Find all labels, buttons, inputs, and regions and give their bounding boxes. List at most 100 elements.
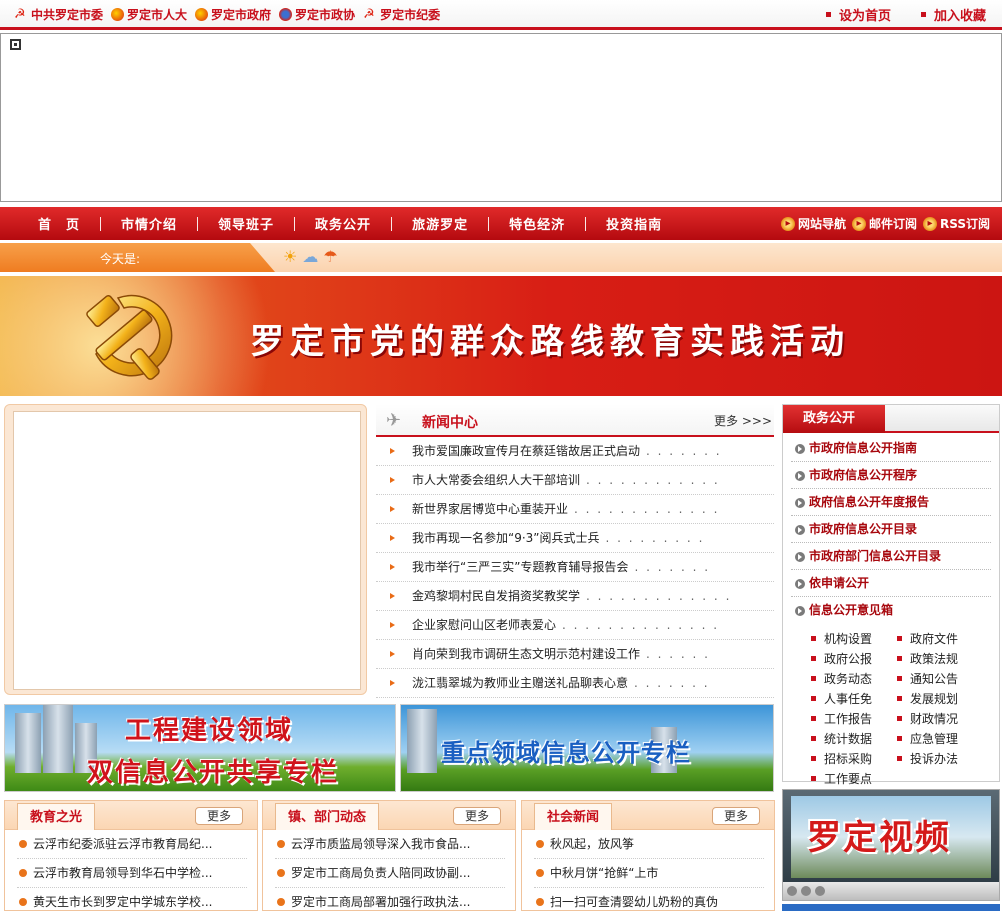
site-map-link[interactable]: ▸ 网站导航 — [780, 215, 846, 232]
play-icon[interactable] — [787, 886, 797, 896]
gov-category-link[interactable]: 投诉办法 — [897, 749, 983, 769]
nav-item-city-info[interactable]: 市情介绍 — [121, 214, 177, 233]
gov-guide-link[interactable]: 市政府信息公开程序 — [791, 462, 991, 489]
news-item[interactable]: 我市再现一名参加“9·3”阅兵式士兵 . . . . . . . . . — [376, 524, 774, 553]
news-item[interactable]: 我市爱国廉政宣传月在蔡廷锴故居正式启动 . . . . . . . — [376, 437, 774, 466]
gov-guide-label: 政府信息公开年度报告 — [809, 495, 930, 509]
cloud-icon: ☁ — [302, 247, 319, 266]
news-center-header: ✈ 新闻中心 更多 >>> — [376, 404, 774, 437]
gov-guide-link[interactable]: 政府信息公开年度报告 — [791, 489, 991, 516]
missing-plugin-icon — [10, 39, 21, 50]
panel-title: 教育之光 — [17, 803, 96, 830]
panel-item[interactable]: 罗定市工商局部署加强行政执法... — [275, 888, 505, 910]
featured-image[interactable] — [13, 411, 361, 690]
gov-category-link[interactable]: 财政情况 — [897, 709, 983, 729]
gov-guide-link[interactable]: 信息公开意见箱 — [791, 597, 991, 624]
stop-icon[interactable] — [801, 886, 811, 896]
main-nav: 首 页 市情介绍 领导班子 政务公开 旅游罗定 特色经济 投资指南 ▸ 网站导航 … — [0, 207, 1002, 240]
nav-item-leadership[interactable]: 领导班子 — [218, 214, 274, 233]
gov-guide-label: 依申请公开 — [809, 576, 870, 590]
date-label: 今天是: — [100, 252, 141, 266]
gov-category-link[interactable]: 通知公告 — [897, 669, 983, 689]
site-map-label: 网站导航 — [797, 217, 846, 231]
gov-guide-label: 市政府信息公开目录 — [809, 522, 918, 536]
top-link-government[interactable]: 罗定市政府 — [195, 6, 271, 23]
news-item[interactable]: 我市举行“三严三实”专题教育辅导报告会 . . . . . . . — [376, 553, 774, 582]
panel-item[interactable]: 罗定市工商局负责人陪同政协副... — [275, 859, 505, 888]
panel-more-button[interactable]: 更多 — [453, 807, 501, 825]
news-item[interactable]: 肖向荣到我市调研生态文明示范村建设工作 . . . . . . — [376, 640, 774, 669]
video-box[interactable]: 罗定视频 — [782, 789, 1000, 901]
volume-icon[interactable] — [815, 886, 825, 896]
video-controls — [783, 882, 999, 900]
nav-item-tourism[interactable]: 旅游罗定 — [412, 214, 468, 233]
set-home-link[interactable]: 设为首页 — [825, 5, 891, 24]
gov-affairs-tab[interactable]: 政务公开 — [783, 405, 885, 433]
news-item[interactable]: 市人大常委会组织人大干部培训 . . . . . . . . . . . . — [376, 466, 774, 495]
panel-item[interactable]: 云浮市质监局领导深入我市食品... — [275, 830, 505, 859]
panel-item[interactable]: 云浮市纪委派驻云浮市教育局纪... — [17, 830, 247, 859]
gov-category-link[interactable]: 工作要点 — [811, 769, 897, 789]
rss-subscribe-label: RSS订阅 — [940, 217, 990, 231]
date-weather-bar: 今天是: ☀ ☁ ☂ — [0, 243, 1002, 272]
gov-category-link[interactable]: 机构设置 — [811, 629, 897, 649]
building-graphic — [43, 705, 73, 773]
top-link-cppcc[interactable]: 罗定市政协 — [279, 6, 355, 23]
news-item[interactable]: 金鸡黎垌村民自发捐资奖教奖学 . . . . . . . . . . . . . — [376, 582, 774, 611]
gov-category-link[interactable]: 政府文件 — [897, 629, 983, 649]
email-subscribe-link[interactable]: ▸ 邮件订阅 — [851, 215, 917, 232]
national-emblem-icon — [195, 8, 209, 21]
news-more-link[interactable]: 更多 >>> — [714, 412, 772, 429]
gov-category-link[interactable]: 发展规划 — [897, 689, 983, 709]
leader-dots: . . . . . . — [646, 647, 710, 661]
gov-guide-label: 信息公开意见箱 — [809, 603, 894, 617]
arrow-circle-icon — [795, 606, 805, 616]
nav-item-investment[interactable]: 投资指南 — [606, 214, 662, 233]
nav-item-economy[interactable]: 特色经济 — [509, 214, 565, 233]
top-link-discipline-commission[interactable]: ☭ 罗定市纪委 — [363, 6, 440, 23]
bullet-icon — [390, 651, 395, 657]
bullet-icon — [390, 593, 395, 599]
gov-category-link[interactable]: 政府公报 — [811, 649, 897, 669]
gov-guide-link[interactable]: 市政府信息公开指南 — [791, 435, 991, 462]
paper-plane-icon: ✈ — [386, 410, 402, 431]
nav-item-home[interactable]: 首 页 — [38, 214, 80, 233]
gov-category-link[interactable]: 政策法规 — [897, 649, 983, 669]
news-item[interactable]: 泷江翡翠城为教师业主赠送礼品聊表心意 . . . . . . . — [376, 669, 774, 698]
gov-category-link[interactable]: 招标采购 — [811, 749, 897, 769]
add-bookmark-link[interactable]: 加入收藏 — [920, 5, 986, 24]
panel-title: 社会新闻 — [534, 803, 613, 830]
panel-more-button[interactable]: 更多 — [195, 807, 243, 825]
top-link-party-committee[interactable]: ☭ 中共罗定市委 — [14, 6, 103, 23]
arrow-circle-icon: ▸ — [851, 216, 866, 231]
panel-item[interactable]: 中秋月饼“抢鲜“上市 — [534, 859, 764, 888]
news-item[interactable]: 企业家慰问山区老师表爱心 . . . . . . . . . . . . . . — [376, 611, 774, 640]
gov-guide-link[interactable]: 市政府部门信息公开目录 — [791, 543, 991, 570]
panel-item[interactable]: 黄天生市长到罗定中学城东学校... — [17, 888, 247, 910]
page: ☭ 中共罗定市委 罗定市人大 罗定市政府 罗定市政协 ☭ 罗定市纪委 设为首页 加入… — [0, 0, 1002, 911]
nav-item-gov-affairs[interactable]: 政务公开 — [315, 214, 371, 233]
gov-category-link[interactable]: 统计数据 — [811, 729, 897, 749]
bullet-icon — [390, 448, 395, 454]
gov-category-link[interactable]: 应急管理 — [897, 729, 983, 749]
rss-subscribe-link[interactable]: ▸ RSS订阅 — [923, 215, 990, 232]
gov-category-link[interactable]: 人事任免 — [811, 689, 897, 709]
gov-affairs-panel: 政务公开 市政府信息公开指南 市政府信息公开程序 政府信息公开年度报告 市政府信… — [782, 404, 1000, 786]
promo-right-title: 重点领域信息公开专栏 — [441, 739, 691, 767]
panel-item[interactable]: 秋风起，放风筝 — [534, 830, 764, 859]
key-area-disclosure-banner[interactable]: 重点领域信息公开专栏 — [400, 704, 774, 792]
gov-guide-link[interactable]: 依申请公开 — [791, 570, 991, 597]
nav-separator — [294, 216, 296, 231]
gov-guide-link[interactable]: 市政府信息公开目录 — [791, 516, 991, 543]
news-center-title: 新闻中心 — [422, 415, 478, 431]
panel-more-button[interactable]: 更多 — [712, 807, 760, 825]
construction-disclosure-banner[interactable]: 工程建设领域 双信息公开共享专栏 — [4, 704, 396, 792]
panel-item[interactable]: 扫一扫可查清婴幼儿奶粉的真伪 — [534, 888, 764, 910]
panel-item[interactable]: 云浮市教育局领导到华石中学检... — [17, 859, 247, 888]
top-link-peoples-congress[interactable]: 罗定市人大 — [111, 6, 187, 23]
gov-category-link[interactable]: 工作报告 — [811, 709, 897, 729]
gov-category-link[interactable]: 政务动态 — [811, 669, 897, 689]
weather-icons: ☀ ☁ ☂ — [283, 248, 338, 266]
campaign-banner[interactable]: 罗定市党的群众路线教育实践活动 — [0, 276, 1002, 396]
news-item[interactable]: 新世界家居博览中心重装开业 . . . . . . . . . . . . . — [376, 495, 774, 524]
